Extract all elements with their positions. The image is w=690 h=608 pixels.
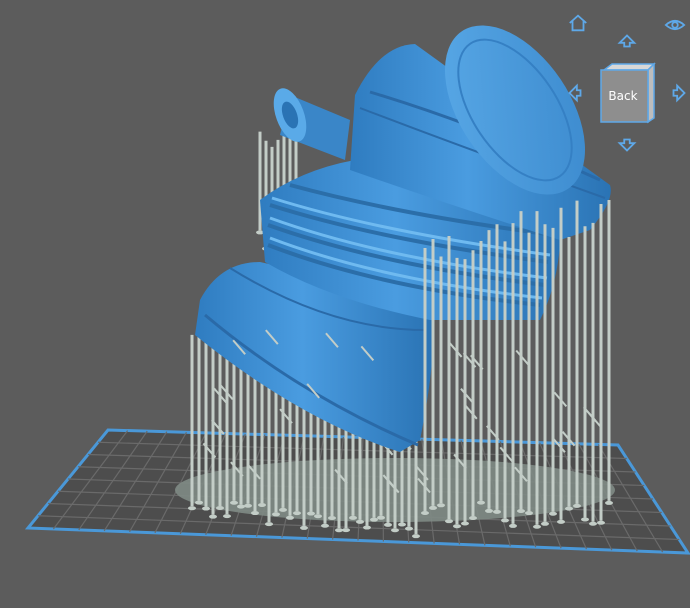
rotate-up-button[interactable] xyxy=(614,28,640,54)
arrow-down-icon xyxy=(617,138,637,152)
model-nozzle[interactable] xyxy=(195,0,614,452)
arrow-up-icon xyxy=(617,34,637,48)
rotate-left-button[interactable] xyxy=(562,80,588,106)
home-icon xyxy=(569,14,587,32)
visibility-toggle-button[interactable] xyxy=(662,12,688,38)
arrow-left-icon xyxy=(568,83,582,103)
rotate-down-button[interactable] xyxy=(614,132,640,158)
rotate-right-button[interactable] xyxy=(666,80,690,106)
arrow-right-icon xyxy=(672,83,686,103)
cube-icon xyxy=(600,62,656,124)
eye-icon xyxy=(664,19,686,31)
view-cube[interactable]: Back xyxy=(598,62,658,124)
home-view-button[interactable] xyxy=(565,10,591,36)
